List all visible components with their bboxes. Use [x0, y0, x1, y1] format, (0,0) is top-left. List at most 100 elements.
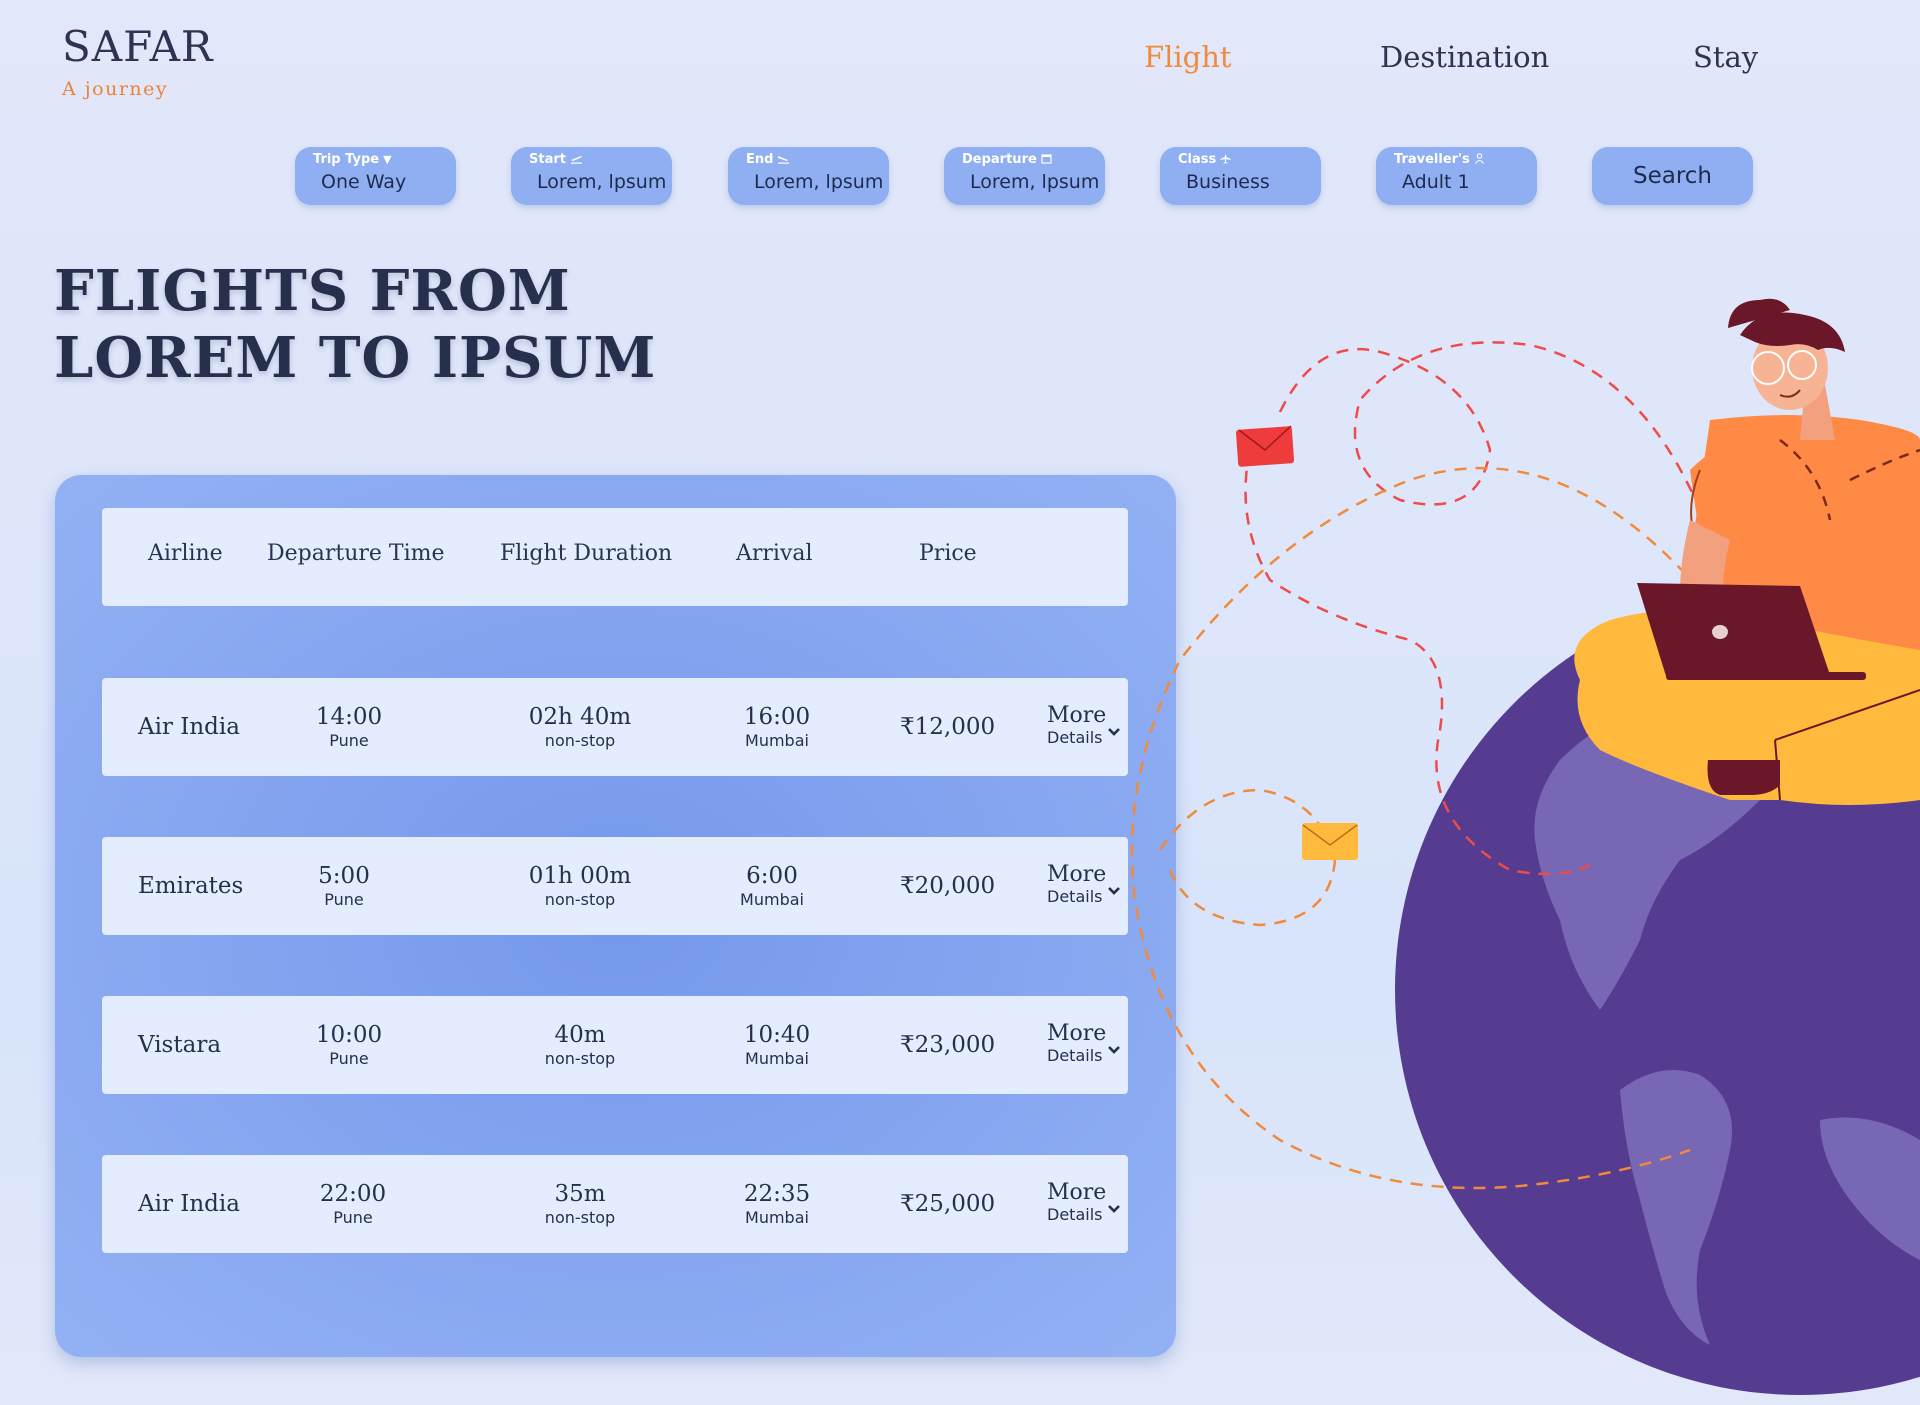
more-details-link[interactable]: More Details: [1047, 863, 1106, 907]
nav-stay[interactable]: Stay: [1693, 40, 1758, 74]
trip-type-value: One Way: [321, 171, 407, 193]
price-value: 23,000: [914, 1032, 996, 1058]
chevron-down-icon[interactable]: [1107, 1040, 1121, 1059]
departure-city: Pune: [329, 731, 369, 750]
departure-field[interactable]: Departure Lorem, lpsum: [944, 147, 1105, 205]
start-label: Start: [529, 152, 566, 167]
departure-time: 14:00: [315, 704, 383, 730]
plane-takeoff-icon: [570, 153, 583, 167]
airline-name: Air India: [138, 714, 240, 740]
caret-down-icon: ▼: [383, 153, 392, 166]
arrival-cell: 22:35 Mumbai: [744, 1181, 810, 1227]
page-title-line-2: LOREM TO IPSUM: [54, 325, 657, 391]
class-field[interactable]: Class Business: [1160, 147, 1321, 205]
travellers-label: Traveller's: [1394, 152, 1470, 167]
more-details-link[interactable]: More Details: [1047, 1181, 1106, 1225]
details-label: Details: [1047, 1205, 1103, 1224]
airline-name: Emirates: [138, 873, 244, 899]
arrival-city: Mumbai: [745, 731, 809, 750]
travellers-value: Adult 1: [1402, 171, 1470, 193]
departure-cell: 5:00 Pune: [318, 863, 370, 909]
flight-duration: 35m: [554, 1181, 606, 1207]
more-label: More: [1047, 703, 1107, 728]
departure-cell: 10:00 Pune: [316, 1022, 382, 1068]
details-label: Details: [1047, 728, 1103, 747]
stops: non-stop: [544, 731, 616, 750]
page-title: FLIGHTS FROM LOREM TO IPSUM: [54, 258, 656, 392]
arrival-city: Mumbai: [745, 1049, 809, 1068]
flight-duration: 40m: [554, 1022, 606, 1048]
header-departure-time: Departure Time: [267, 541, 445, 566]
flight-path: [1278, 341, 1702, 511]
class-label: Class: [1178, 152, 1217, 167]
stops: non-stop: [544, 1208, 616, 1227]
plane-landing-icon: [777, 153, 790, 167]
chevron-down-icon[interactable]: [1107, 722, 1121, 741]
travellers-field[interactable]: Traveller's Adult 1: [1376, 147, 1537, 205]
departure-city: Pune: [329, 1049, 369, 1068]
departure-city: Pune: [333, 1208, 373, 1227]
brand-title[interactable]: SAFAR: [62, 22, 214, 71]
travel-illustration: [1130, 298, 1920, 1395]
departure-time: 5:00: [318, 863, 370, 889]
table-row[interactable]: Air India 14:00 Pune 02h 40m non-stop 16…: [102, 678, 1128, 776]
table-header: Airline Departure Time Flight Duration A…: [102, 508, 1128, 606]
departure-cell: 22:00 Pune: [320, 1181, 386, 1227]
flight-duration: 01h 00m: [528, 863, 632, 889]
duration-cell: 02h 40m non-stop: [529, 704, 631, 750]
more-details-link[interactable]: More Details: [1047, 1022, 1106, 1066]
yellow-envelope-icon: [1302, 823, 1358, 860]
rupee-icon: ₹: [900, 1032, 915, 1058]
more-label: More: [1047, 1180, 1107, 1205]
details-label: Details: [1047, 1046, 1103, 1065]
header-flight-duration: Flight Duration: [500, 541, 673, 566]
duration-cell: 40m non-stop: [545, 1022, 615, 1068]
plane-icon: [1220, 153, 1231, 167]
airline-name: Air India: [138, 1191, 240, 1217]
table-row[interactable]: Vistara 10:00 Pune 40m non-stop 10:40 Mu…: [102, 996, 1128, 1094]
trip-type-label: Trip Type: [313, 152, 380, 167]
end-field[interactable]: End Lorem, lpsum: [728, 147, 889, 205]
price: ₹23,000: [900, 1032, 995, 1058]
price-value: 12,000: [914, 714, 996, 740]
start-value: Lorem, lpsum: [537, 171, 667, 193]
laptop: [1637, 583, 1830, 676]
chevron-down-icon[interactable]: [1107, 1199, 1121, 1218]
details-label: Details: [1047, 887, 1103, 906]
arrival-time: 16:00: [743, 704, 811, 730]
more-details-link[interactable]: More Details: [1047, 704, 1106, 748]
stops: non-stop: [544, 890, 616, 909]
arrival-time: 22:35: [743, 1181, 811, 1207]
rupee-icon: ₹: [900, 1191, 915, 1217]
header-price: Price: [919, 541, 977, 566]
price: ₹20,000: [900, 873, 995, 899]
more-label: More: [1047, 862, 1107, 887]
rupee-icon: ₹: [900, 714, 915, 740]
airline-name: Vistara: [138, 1032, 222, 1058]
arrival-cell: 6:00 Mumbai: [740, 863, 804, 909]
end-label: End: [746, 152, 774, 167]
price: ₹25,000: [900, 1191, 995, 1217]
nav-flight[interactable]: Flight: [1144, 40, 1232, 74]
search-button[interactable]: Search: [1592, 147, 1753, 205]
page-title-line-1: FLIGHTS FROM: [54, 258, 571, 324]
arrival-cell: 16:00 Mumbai: [744, 704, 810, 750]
departure-time: 22:00: [319, 1181, 387, 1207]
header-arrival: Arrival: [736, 541, 813, 566]
arrival-city: Mumbai: [745, 1208, 809, 1227]
start-field[interactable]: Start Lorem, lpsum: [511, 147, 672, 205]
brand-tagline: A journey: [62, 78, 169, 100]
departure-time: 10:00: [315, 1022, 383, 1048]
red-envelope-icon: [1236, 425, 1295, 467]
chevron-down-icon[interactable]: [1107, 881, 1121, 900]
calendar-icon: [1041, 153, 1052, 167]
arrival-cell: 10:40 Mumbai: [744, 1022, 810, 1068]
trip-type-field[interactable]: Trip Type ▼ One Way: [295, 147, 456, 205]
flight-duration: 02h 40m: [528, 704, 632, 730]
table-row[interactable]: Emirates 5:00 Pune 01h 00m non-stop 6:00…: [102, 837, 1128, 935]
nav-destination[interactable]: Destination: [1380, 40, 1549, 74]
rupee-icon: ₹: [900, 873, 915, 899]
arrival-time: 10:40: [743, 1022, 811, 1048]
duration-cell: 01h 00m non-stop: [529, 863, 631, 909]
table-row[interactable]: Air India 22:00 Pune 35m non-stop 22:35 …: [102, 1155, 1128, 1253]
